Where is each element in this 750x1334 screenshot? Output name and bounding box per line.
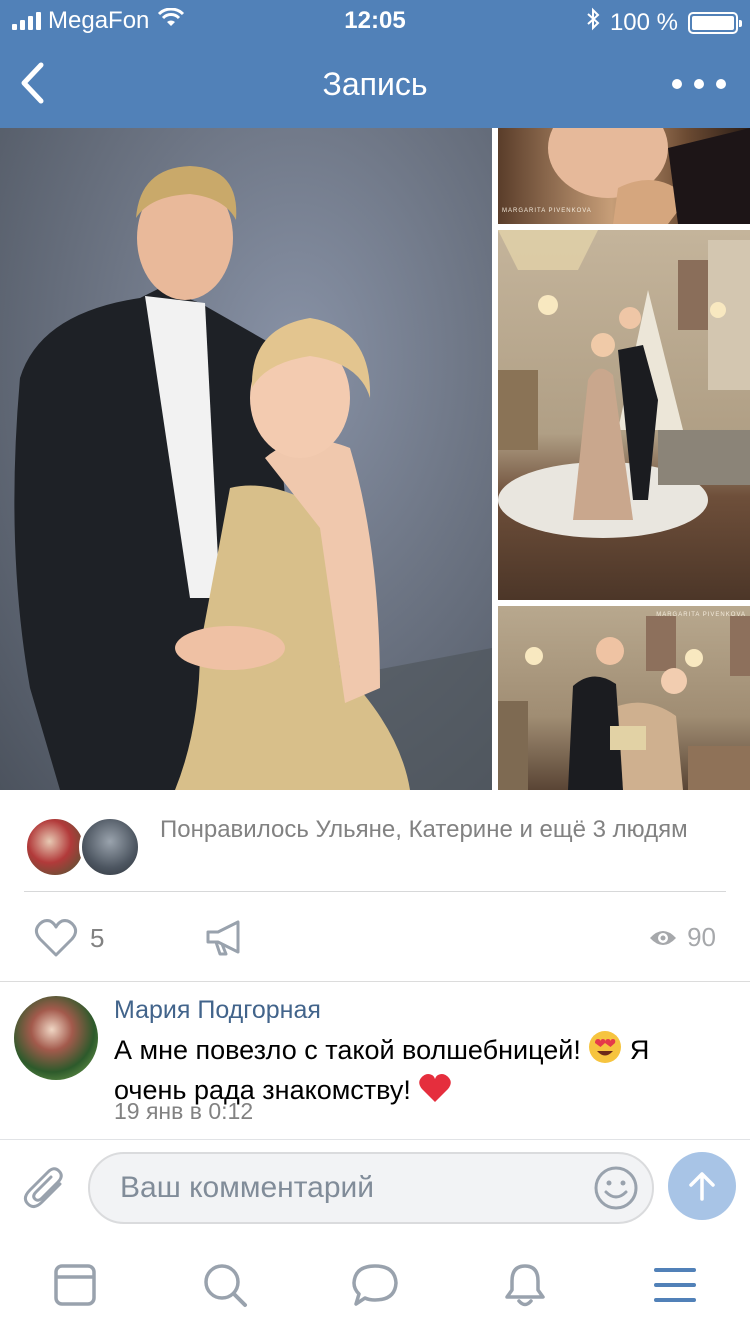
nav-bar: Запись <box>0 40 750 128</box>
comment-author[interactable]: Мария Подгорная <box>114 996 321 1025</box>
tab-search[interactable] <box>200 1260 250 1310</box>
post-actions: 5 90 <box>0 894 750 982</box>
search-icon <box>204 1264 247 1307</box>
send-button[interactable] <box>668 1152 736 1220</box>
bluetooth-icon <box>586 7 600 38</box>
like-button[interactable]: 5 <box>34 918 104 958</box>
watermark-1: MARGARITA PIVENKOVA <box>502 208 592 214</box>
arrow-up-icon <box>689 1172 715 1201</box>
notifications-icon <box>505 1264 545 1307</box>
comment-input-bar <box>0 1140 750 1236</box>
tab-feed[interactable] <box>50 1260 100 1310</box>
battery-percent: 100 % <box>609 8 678 36</box>
couple-photo <box>14 166 492 790</box>
photo-main[interactable] <box>0 128 492 790</box>
comment-input[interactable] <box>120 1154 590 1222</box>
battery-icon <box>688 11 742 34</box>
tab-notifications[interactable] <box>500 1260 550 1310</box>
divider <box>24 891 726 892</box>
photo-grid: MARGARITA PIVENKOVA MARGARITA PIVENKOVA <box>0 128 750 790</box>
watermark-3: MARGARITA PIVENKOVA <box>656 612 746 618</box>
comment-input-wrapper <box>88 1152 654 1224</box>
likes-summary[interactable]: Понравилось Ульяне, Катерине и ещё 3 люд… <box>0 790 750 894</box>
page-title: Запись <box>322 66 428 102</box>
smile-icon <box>594 1166 638 1210</box>
avatar[interactable] <box>14 996 98 1080</box>
more-dot <box>672 79 682 89</box>
view-count: 90 <box>687 922 716 952</box>
megaphone-icon <box>206 920 240 956</box>
menu-icon <box>654 1268 696 1302</box>
comment: Мария Подгорная А мне повезло с такой во… <box>0 982 750 1140</box>
more-options-button[interactable] <box>672 70 726 98</box>
likes-summary-text: Понравилось Ульяне, Катерине и ещё 3 люд… <box>160 816 688 843</box>
status-bar: MegaFon 12:05 100 % <box>0 0 750 40</box>
emoji-button[interactable] <box>592 1164 640 1217</box>
like-count: 5 <box>90 922 105 953</box>
photo-thumb-3-art <box>498 616 750 790</box>
battery-fill <box>692 15 734 30</box>
tab-messages[interactable] <box>350 1260 400 1310</box>
feed-icon <box>54 1264 96 1306</box>
photo-thumb-2[interactable] <box>498 230 750 600</box>
comment-text-part: А мне повезло с такой волшебницей! <box>114 1035 581 1065</box>
heart-eyes-emoji-icon <box>588 1030 622 1072</box>
red-heart-emoji-icon <box>418 1072 452 1112</box>
avatar <box>24 816 86 878</box>
attach-button[interactable] <box>22 1164 68 1217</box>
liker-avatars <box>24 816 144 878</box>
avatar <box>79 816 141 878</box>
heart-icon <box>34 919 78 957</box>
tab-menu[interactable] <box>650 1260 700 1310</box>
paperclip-icon <box>23 1167 63 1209</box>
photo-thumb-1[interactable]: MARGARITA PIVENKOVA <box>498 128 750 224</box>
more-dot <box>694 79 704 89</box>
messages-icon <box>352 1264 398 1306</box>
comment-date: 19 янв в 0:12 <box>114 1098 254 1124</box>
views: 90 <box>649 922 716 953</box>
photo-thumb-2-art <box>498 230 750 538</box>
photo-thumb-3[interactable]: MARGARITA PIVENKOVA <box>498 606 750 790</box>
eye-icon <box>650 930 677 945</box>
header: MegaFon 12:05 100 % Запись <box>0 0 750 128</box>
status-right: 100 % <box>586 7 742 38</box>
share-button[interactable] <box>204 918 244 963</box>
more-dot <box>716 79 726 89</box>
tab-bar <box>0 1236 750 1334</box>
